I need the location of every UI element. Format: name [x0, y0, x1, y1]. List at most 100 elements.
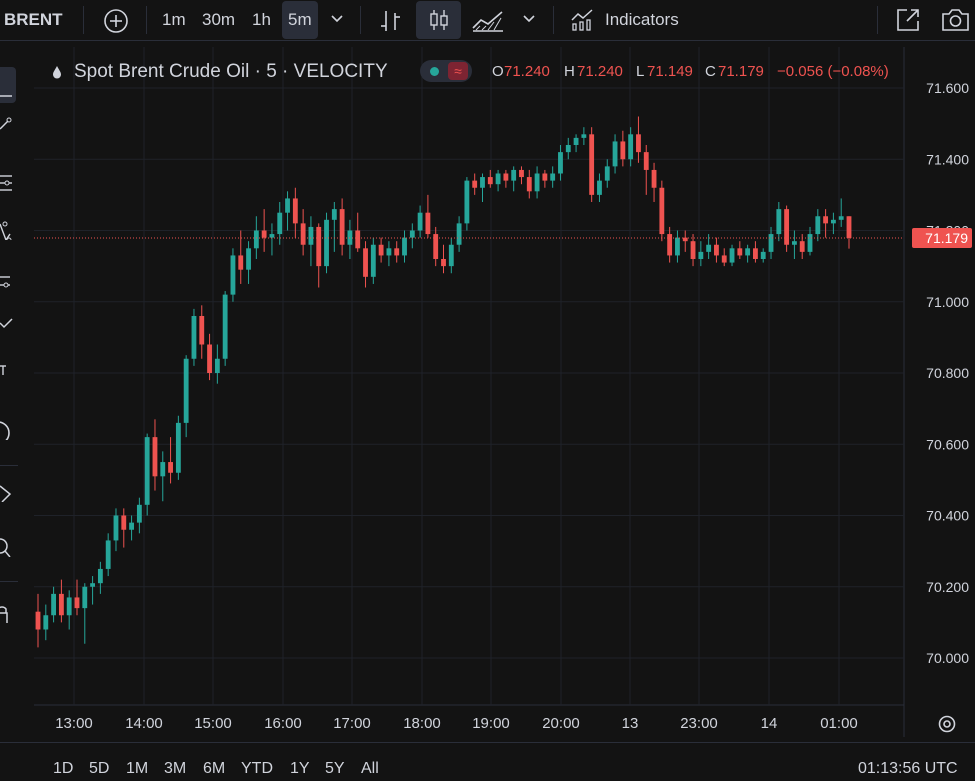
- candle-body: [737, 248, 743, 256]
- candle-body: [628, 134, 634, 160]
- prediction-tool-icon[interactable]: [0, 272, 18, 292]
- candle-body: [277, 212, 283, 235]
- candle-body: [331, 209, 337, 220]
- cursor-tool-button[interactable]: [0, 67, 16, 103]
- candle-body: [136, 504, 142, 523]
- candle-body: [456, 223, 462, 245]
- utc-clock[interactable]: 01:13:56 UTC: [858, 760, 958, 778]
- candle-body: [534, 173, 540, 192]
- indicators-icon: [571, 9, 593, 31]
- ruler-icon[interactable]: [0, 482, 18, 502]
- emoji-tool-icon[interactable]: [0, 420, 18, 440]
- zoom-in-icon[interactable]: [0, 537, 18, 557]
- price-tick-label: 71.600: [926, 80, 969, 96]
- chart-pane[interactable]: 71.60071.40071.20071.00070.80070.60070.4…: [34, 47, 975, 737]
- drawing-toolbar: [0, 47, 18, 737]
- legend-open-label: O: [492, 63, 504, 80]
- candlestick-chart[interactable]: 71.60071.40071.20071.00070.80070.60070.4…: [34, 47, 975, 737]
- bar-chart-style-icon[interactable]: [378, 8, 402, 34]
- candle-body: [807, 234, 813, 252]
- range-1d-button[interactable]: 1D: [53, 760, 73, 778]
- interval-1m-button[interactable]: 1m: [162, 10, 186, 30]
- candle-body: [285, 198, 290, 213]
- price-tick-label: 70.000: [926, 650, 969, 666]
- interval-30m-button[interactable]: 30m: [202, 10, 235, 30]
- chevron-down-icon[interactable]: [330, 14, 344, 24]
- legend-high-value: 71.240: [577, 63, 623, 80]
- symbol-search-button[interactable]: BRENT: [4, 10, 63, 30]
- candle-body: [441, 259, 446, 267]
- fib-retracement-icon[interactable]: [0, 172, 18, 192]
- text-tool-icon[interactable]: [0, 363, 18, 383]
- candle-body: [495, 173, 501, 185]
- candle-body: [386, 248, 392, 256]
- range-5y-button[interactable]: 5Y: [325, 760, 345, 778]
- range-6m-button[interactable]: 6M: [203, 760, 225, 778]
- range-ytd-button[interactable]: YTD: [241, 760, 273, 778]
- candle-body: [636, 134, 641, 153]
- candle-body: [573, 137, 579, 145]
- fullscreen-icon[interactable]: [895, 7, 921, 33]
- candle-body: [214, 358, 220, 373]
- time-tick-label: 13: [622, 715, 639, 732]
- candle-body: [667, 234, 673, 256]
- pattern-tool-icon[interactable]: [0, 220, 18, 240]
- time-tick-label: 19:00: [472, 715, 510, 732]
- candle-body: [316, 226, 322, 267]
- bottom-toolbar: 1D 5D 1M 3M 6M YTD 1Y 5Y All 01:13:56 UT…: [0, 742, 975, 781]
- candles-style-icon: [430, 10, 448, 30]
- camera-icon[interactable]: [940, 7, 970, 33]
- candle-body: [760, 251, 766, 259]
- time-tick-label: 01:00: [820, 715, 858, 732]
- range-1m-button[interactable]: 1M: [126, 760, 148, 778]
- candle-body: [487, 177, 493, 185]
- candle-body: [175, 422, 181, 473]
- candle-body: [612, 141, 618, 167]
- range-5d-button[interactable]: 5D: [89, 760, 109, 778]
- candle-body: [51, 593, 57, 616]
- candle-body: [815, 216, 821, 235]
- toolbar-divider: [0, 465, 18, 466]
- trend-line-icon[interactable]: [0, 115, 18, 135]
- chevron-down-icon[interactable]: [522, 14, 536, 24]
- candle-body: [35, 611, 41, 630]
- time-tick-label: 16:00: [264, 715, 302, 732]
- candle-body: [511, 169, 517, 181]
- candle-body: [121, 515, 127, 530]
- candle-body: [799, 241, 805, 252]
- lock-icon[interactable]: [0, 603, 18, 623]
- market-open-dot: [430, 67, 439, 76]
- candle-body: [550, 173, 556, 181]
- price-tick-label: 70.400: [926, 508, 969, 524]
- range-all-button[interactable]: All: [361, 760, 379, 778]
- toolbar-divider: [877, 6, 878, 34]
- candle-body: [183, 358, 189, 423]
- time-tick-label: 14: [761, 715, 778, 732]
- legend-open-value: 71.240: [504, 63, 550, 80]
- candle-body: [589, 134, 595, 195]
- candle-body: [542, 173, 548, 181]
- interval-1h-button[interactable]: 1h: [252, 10, 271, 30]
- candle-body: [472, 180, 478, 188]
- candle-body: [292, 198, 298, 224]
- candle-body: [230, 255, 236, 295]
- candle-body: [597, 180, 602, 195]
- range-1y-button[interactable]: 1Y: [290, 760, 310, 778]
- interval-5m-button[interactable]: 5m: [282, 1, 318, 39]
- chart-settings-icon[interactable]: [936, 713, 958, 735]
- indicators-button[interactable]: Indicators: [568, 0, 693, 40]
- candle-body: [129, 522, 134, 530]
- market-status-badge[interactable]: ≈: [420, 60, 472, 82]
- range-3m-button[interactable]: 3M: [164, 760, 186, 778]
- candle-body: [714, 244, 719, 256]
- candle-body: [503, 173, 509, 181]
- time-tick-label: 15:00: [194, 715, 232, 732]
- candle-body: [66, 597, 72, 616]
- toolbar-divider: [146, 6, 147, 34]
- checkmark-tool-icon[interactable]: [0, 317, 18, 337]
- add-symbol-icon[interactable]: [103, 8, 129, 34]
- candles-style-button[interactable]: [416, 1, 461, 39]
- candle-body: [207, 344, 212, 373]
- time-tick-label: 18:00: [403, 715, 441, 732]
- area-chart-style-icon[interactable]: [471, 8, 505, 34]
